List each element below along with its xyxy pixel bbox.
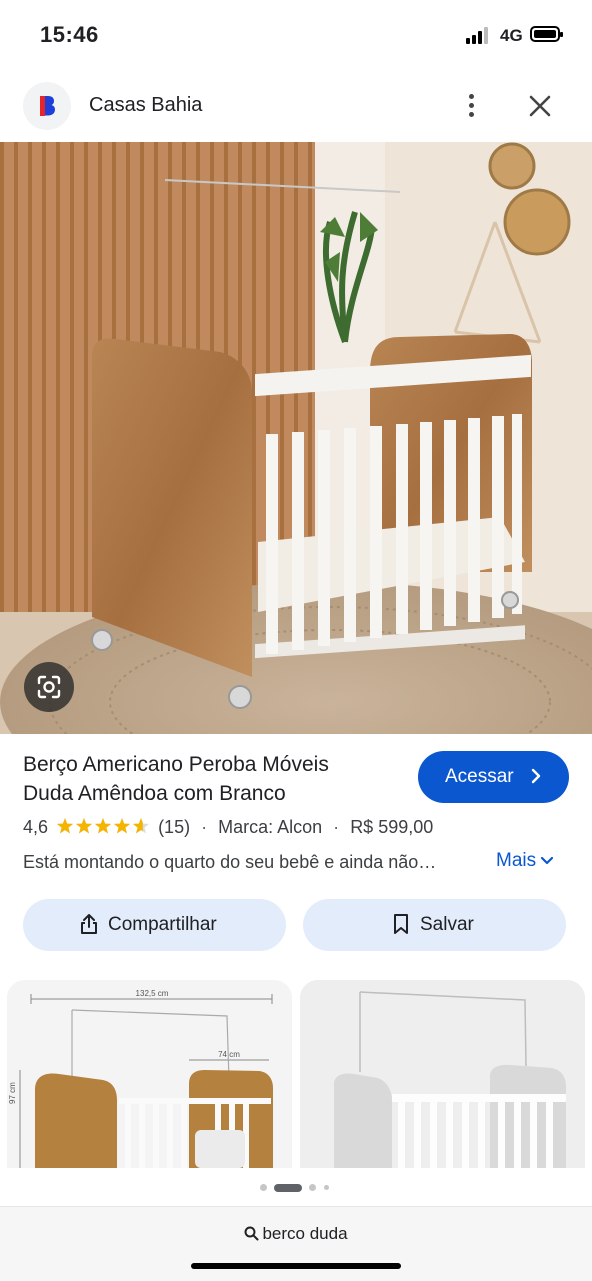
visit-button-label: Acessar (445, 766, 514, 787)
related-image-2[interactable] (300, 980, 585, 1168)
more-vert-icon[interactable] (460, 92, 484, 120)
network-type: 4G (500, 26, 523, 45)
search-icon (244, 1226, 259, 1241)
meta-separator: · (333, 817, 340, 837)
cellular-signal-icon (466, 26, 492, 44)
star-icon (56, 818, 74, 834)
brand: Marca: Alcon (218, 817, 323, 837)
chevron-right-icon (531, 768, 541, 784)
product-title-line-1: Berço Americano Peroba Móveis (23, 753, 329, 776)
price: R$ 599,00 (350, 817, 434, 837)
product-title-line-2: Duda Amêndoa com Branco (23, 782, 286, 805)
star-icon (113, 818, 131, 834)
close-icon[interactable] (526, 92, 554, 120)
result-header: Casas Bahia (0, 70, 592, 142)
search-query[interactable]: berco duda (0, 1224, 592, 1244)
more-button[interactable]: Mais (496, 850, 554, 872)
product-title[interactable]: Berço Americano Peroba Móveis Duda Amênd… (23, 750, 403, 808)
carousel-dot[interactable] (260, 1184, 267, 1191)
carousel-dot[interactable] (324, 1185, 329, 1190)
dimension-width: 132,5 cm (136, 989, 169, 998)
home-indicator (191, 1263, 401, 1269)
bottom-search-bar[interactable]: berco duda (0, 1206, 592, 1281)
review-count[interactable]: (15) (158, 817, 190, 837)
product-meta: 4,6 (15) · Marca: Alcon · R$ 599,00 (23, 817, 433, 840)
share-button-label: Compartilhar (108, 914, 217, 935)
save-button-label: Salvar (420, 914, 474, 935)
rating-value: 4,6 (23, 817, 49, 837)
google-lens-button[interactable] (24, 662, 74, 712)
carousel-indicator (258, 1183, 338, 1193)
visit-button[interactable]: Acessar (418, 751, 569, 803)
search-query-text: berco duda (262, 1224, 348, 1243)
dimension-depth: 74 cm (218, 1050, 240, 1059)
share-icon (81, 914, 97, 934)
save-button[interactable]: Salvar (303, 899, 566, 951)
carousel-dot[interactable] (309, 1184, 316, 1191)
related-image-1[interactable]: 132,5 cm 74 cm 97 cm (7, 980, 292, 1168)
dimension-height: 97 cm (8, 1082, 17, 1104)
product-description: Está montando o quarto do seu bebê e ain… (23, 852, 437, 872)
chevron-down-icon (541, 856, 554, 865)
battery-icon (530, 26, 563, 42)
star-icon (94, 818, 112, 834)
carousel-dot-active[interactable] (274, 1184, 302, 1192)
star-icon (75, 818, 93, 834)
site-logo (23, 82, 71, 130)
site-name[interactable]: Casas Bahia (89, 94, 202, 117)
casas-bahia-logo-icon (40, 96, 55, 116)
bookmark-icon (394, 914, 408, 934)
meta-separator: · (201, 817, 208, 837)
rating-stars (56, 817, 150, 840)
status-time: 15:46 (40, 22, 99, 47)
status-bar: 15:46 4G (0, 0, 592, 70)
product-image[interactable] (0, 142, 592, 734)
lens-icon (37, 675, 61, 699)
share-button[interactable]: Compartilhar (23, 899, 286, 951)
more-button-label: Mais (496, 850, 537, 871)
